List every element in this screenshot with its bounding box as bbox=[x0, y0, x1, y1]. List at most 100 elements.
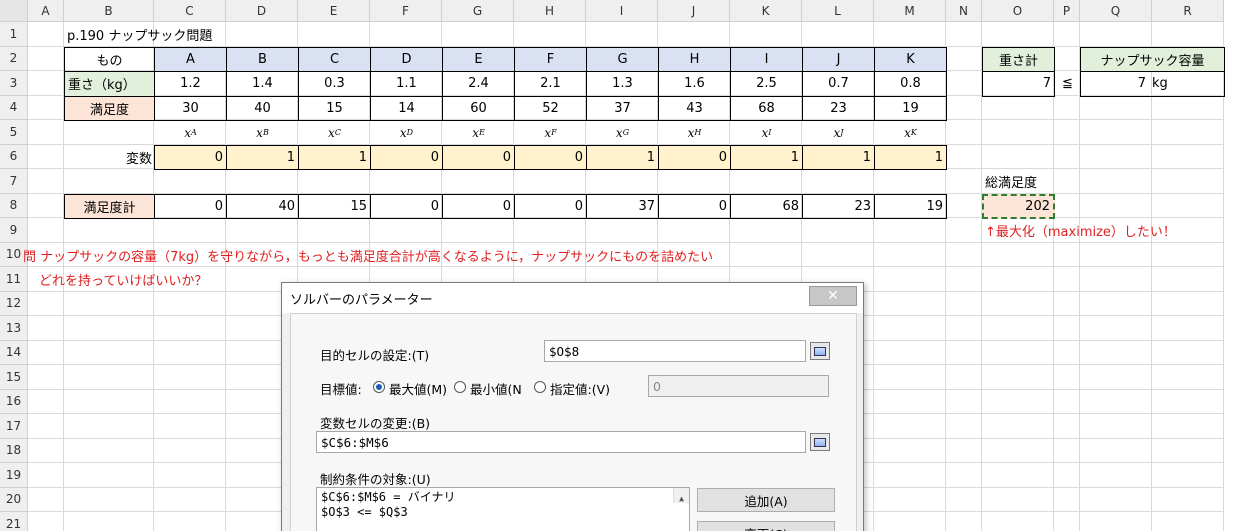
item-name-cell[interactable]: C bbox=[298, 46, 371, 72]
grid-cell[interactable] bbox=[64, 438, 154, 463]
row-header[interactable]: 1 bbox=[0, 22, 28, 47]
item-name-cell[interactable]: K bbox=[874, 46, 947, 72]
item-name-cell[interactable]: H bbox=[658, 46, 731, 72]
grid-cell[interactable] bbox=[28, 414, 64, 439]
grid-cell[interactable] bbox=[802, 169, 874, 194]
grid-cell[interactable] bbox=[982, 242, 1054, 267]
grid-cell[interactable] bbox=[28, 365, 64, 390]
var-value-cell[interactable]: 0 bbox=[442, 144, 515, 170]
grid-cell[interactable] bbox=[442, 218, 514, 243]
var-symbol-cell[interactable]: xJ bbox=[802, 120, 875, 146]
row-header[interactable]: 21 bbox=[0, 512, 28, 531]
total-cell[interactable]: 37 bbox=[586, 193, 659, 219]
grid-cell[interactable] bbox=[1152, 193, 1224, 218]
column-header[interactable]: O bbox=[982, 0, 1054, 22]
grid-cell[interactable] bbox=[28, 316, 64, 341]
select-all-corner[interactable] bbox=[0, 0, 28, 22]
total-cell[interactable]: 68 bbox=[730, 193, 803, 219]
grid-cell[interactable] bbox=[982, 144, 1054, 169]
grid-cell[interactable] bbox=[1152, 487, 1224, 512]
constraint-item[interactable]: $O$3 <= $Q$3 bbox=[321, 505, 685, 520]
sheet-title[interactable]: p.190 ナップサック問題 bbox=[64, 22, 371, 48]
grid-cell[interactable] bbox=[658, 22, 730, 47]
total-cell[interactable]: 40 bbox=[226, 193, 299, 219]
grid-cell[interactable] bbox=[874, 22, 946, 47]
grid-cell[interactable] bbox=[982, 438, 1054, 463]
grid-cell[interactable] bbox=[154, 365, 226, 390]
column-header[interactable]: H bbox=[514, 0, 586, 22]
grid-cell[interactable] bbox=[1080, 365, 1152, 390]
constraints-scrollbar[interactable]: ▲ bbox=[673, 488, 689, 503]
grid-cell[interactable] bbox=[1054, 438, 1080, 463]
grid-cell[interactable] bbox=[1054, 316, 1080, 341]
radio-min-label[interactable]: 最小値(N bbox=[470, 379, 522, 398]
row-header[interactable]: 17 bbox=[0, 414, 28, 439]
grid-cell[interactable] bbox=[658, 169, 730, 194]
var-symbol-cell[interactable]: xC bbox=[298, 120, 371, 146]
grid-cell[interactable] bbox=[982, 512, 1054, 531]
grid-cell[interactable] bbox=[982, 22, 1054, 47]
grid-cell[interactable] bbox=[154, 389, 226, 414]
grid-cell[interactable] bbox=[1054, 242, 1080, 267]
grid-cell[interactable] bbox=[1054, 487, 1080, 512]
grid-cell[interactable] bbox=[28, 120, 64, 145]
row-header[interactable]: 20 bbox=[0, 487, 28, 512]
weight-cell[interactable]: 2.5 bbox=[730, 71, 803, 97]
weight-cell[interactable]: 2.1 bbox=[514, 71, 587, 97]
close-button[interactable]: ✕ bbox=[809, 286, 857, 306]
column-header[interactable]: B bbox=[64, 0, 154, 22]
objective-range-picker-icon[interactable] bbox=[810, 342, 830, 360]
grid-cell[interactable] bbox=[586, 22, 658, 47]
column-header[interactable]: F bbox=[370, 0, 442, 22]
grid-cell[interactable] bbox=[874, 389, 946, 414]
satisfaction-cell[interactable]: 43 bbox=[658, 95, 731, 121]
total-cell[interactable]: 0 bbox=[514, 193, 587, 219]
maximize-note[interactable]: ↑最大化（maximize）したい！ bbox=[982, 218, 1225, 244]
var-value-cell[interactable]: 1 bbox=[586, 144, 659, 170]
grid-cell[interactable] bbox=[64, 316, 154, 341]
row-header[interactable]: 18 bbox=[0, 438, 28, 463]
grid-cell[interactable] bbox=[28, 22, 64, 47]
grid-cell[interactable] bbox=[1152, 169, 1224, 194]
column-header[interactable]: P bbox=[1054, 0, 1080, 22]
grid-cell[interactable] bbox=[154, 463, 226, 488]
weight-label-cell[interactable]: 重さ（kg） bbox=[64, 71, 155, 97]
grid-cell[interactable] bbox=[1054, 365, 1080, 390]
grid-cell[interactable] bbox=[1054, 512, 1080, 531]
grid-cell[interactable] bbox=[1152, 291, 1224, 316]
row-header[interactable]: 15 bbox=[0, 365, 28, 390]
row-header[interactable]: 4 bbox=[0, 95, 28, 120]
grid-cell[interactable] bbox=[946, 144, 982, 169]
grid-cell[interactable] bbox=[1054, 267, 1080, 292]
grid-cell[interactable] bbox=[982, 365, 1054, 390]
grid-cell[interactable] bbox=[28, 487, 64, 512]
grid-cell[interactable] bbox=[1080, 291, 1152, 316]
grid-cell[interactable] bbox=[874, 414, 946, 439]
total-satisfaction-cell[interactable]: 202 bbox=[982, 193, 1055, 219]
grid-cell[interactable] bbox=[28, 169, 64, 194]
grid-cell[interactable] bbox=[1080, 316, 1152, 341]
grid-cell[interactable] bbox=[1054, 120, 1080, 145]
grid-cell[interactable] bbox=[874, 487, 946, 512]
grid-cell[interactable] bbox=[982, 340, 1054, 365]
grid-cell[interactable] bbox=[946, 365, 982, 390]
grid-cell[interactable] bbox=[1054, 193, 1080, 218]
row-header[interactable]: 13 bbox=[0, 316, 28, 341]
item-name-cell[interactable]: D bbox=[370, 46, 443, 72]
grid-cell[interactable] bbox=[28, 463, 64, 488]
grid-cell[interactable] bbox=[946, 267, 982, 292]
grid-cell[interactable] bbox=[64, 512, 154, 531]
grid-cell[interactable] bbox=[946, 463, 982, 488]
grid-cell[interactable] bbox=[946, 120, 982, 145]
grid-cell[interactable] bbox=[154, 414, 226, 439]
radio-max[interactable] bbox=[373, 381, 385, 393]
grid-cell[interactable] bbox=[28, 218, 64, 243]
grid-cell[interactable] bbox=[28, 512, 64, 531]
weight-cell[interactable]: 0.3 bbox=[298, 71, 371, 97]
grid-cell[interactable] bbox=[982, 389, 1054, 414]
var-label-cell[interactable]: 変数 bbox=[64, 145, 155, 171]
column-header[interactable]: R bbox=[1152, 0, 1224, 22]
var-symbol-cell[interactable]: xI bbox=[730, 120, 803, 146]
grid-cell[interactable] bbox=[658, 218, 730, 243]
grid-cell[interactable] bbox=[874, 340, 946, 365]
